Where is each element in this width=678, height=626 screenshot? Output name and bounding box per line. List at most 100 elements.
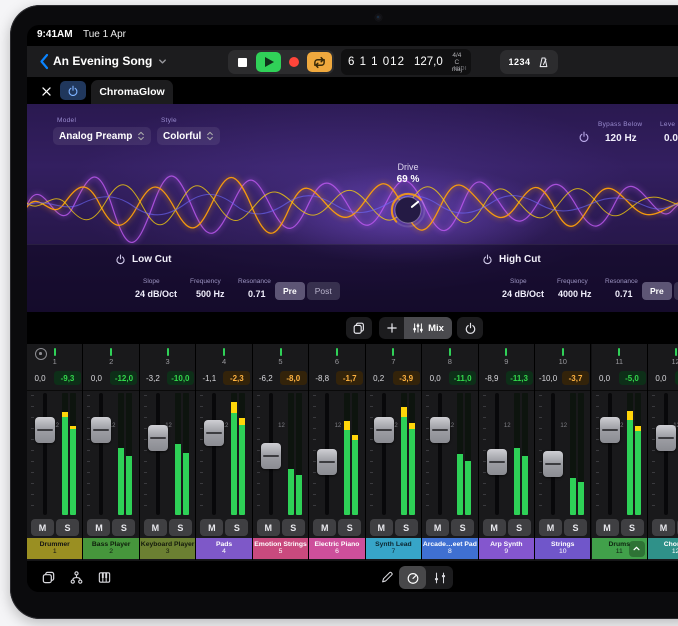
- mix-button[interactable]: Mix: [404, 317, 452, 339]
- mute-button[interactable]: M: [87, 519, 110, 536]
- track-label[interactable]: Electric Piano 6: [309, 538, 364, 559]
- track-label[interactable]: Bass Player 2: [83, 538, 138, 559]
- high-cut-resonance-value[interactable]: 0.71: [615, 289, 633, 299]
- high-cut-slope-value[interactable]: 24 dB/Oct: [502, 289, 544, 299]
- channel-strip[interactable]: 5 -6,2 -8,0 12 M S Emotion Strings 5: [253, 344, 309, 560]
- record-button[interactable]: [282, 52, 307, 72]
- level-value[interactable]: 0.0: [664, 133, 678, 144]
- solo-button[interactable]: S: [338, 519, 361, 536]
- fader-cap[interactable]: [91, 417, 111, 443]
- duplicate-button[interactable]: [346, 317, 372, 339]
- faders-view-button[interactable]: [426, 566, 453, 589]
- stop-button[interactable]: [231, 52, 256, 72]
- mute-button[interactable]: M: [426, 519, 449, 536]
- mute-button[interactable]: M: [31, 519, 54, 536]
- channel-strip[interactable]: 2 0,0 -12,0 12 M S Bass Player 2: [83, 344, 139, 560]
- fader-cap[interactable]: [374, 417, 394, 443]
- drive-knob[interactable]: [386, 188, 430, 232]
- fader-cap[interactable]: [543, 451, 563, 477]
- fader-track[interactable]: [438, 393, 442, 515]
- track-label[interactable]: Drummer 1: [27, 538, 82, 559]
- mute-button[interactable]: M: [313, 519, 336, 536]
- pan-indicator[interactable]: [675, 348, 677, 356]
- solo-button[interactable]: S: [225, 519, 248, 536]
- metronome-icon[interactable]: [537, 56, 550, 69]
- track-label[interactable]: Arp Synth 9: [479, 538, 534, 559]
- browser-button[interactable]: [36, 567, 60, 587]
- model-selector[interactable]: Analog Preamp: [53, 127, 151, 145]
- solo-button[interactable]: S: [56, 519, 79, 536]
- track-label[interactable]: Drums 11: [592, 538, 647, 559]
- plugin-tab[interactable]: ChromaGlow: [91, 80, 173, 104]
- channel-strip[interactable]: 1 0,0 -9,3 12 M S Drummer 1: [27, 344, 83, 560]
- plugin-power-button[interactable]: [60, 81, 86, 100]
- count-in-button[interactable]: 1234: [508, 57, 530, 67]
- fader-cap[interactable]: [600, 417, 620, 443]
- mute-button[interactable]: M: [370, 519, 393, 536]
- solo-button[interactable]: S: [169, 519, 192, 536]
- edit-button[interactable]: [375, 567, 399, 587]
- pan-indicator[interactable]: [336, 348, 338, 356]
- fader-track[interactable]: [156, 393, 160, 515]
- routing-button[interactable]: [64, 567, 88, 587]
- channel-strip[interactable]: 9 -8,9 -11,3 12 M S Arp Synth 9: [479, 344, 535, 560]
- solo-button[interactable]: S: [112, 519, 135, 536]
- close-plugin-button[interactable]: [38, 83, 54, 99]
- low-cut-frequency-value[interactable]: 500 Hz: [196, 289, 225, 299]
- solo-button[interactable]: S: [621, 519, 644, 536]
- back-button[interactable]: [35, 52, 53, 71]
- track-label[interactable]: Keyboard Player 3: [140, 538, 195, 559]
- high-cut-pre-button[interactable]: Pre: [642, 282, 672, 300]
- channel-strip[interactable]: 11 0,0 -5,0 12 M S Drums 11: [592, 344, 648, 560]
- solo-button[interactable]: S: [395, 519, 418, 536]
- pan-indicator[interactable]: [280, 348, 282, 356]
- style-selector[interactable]: Colorful: [157, 127, 220, 145]
- bypass-power-icon[interactable]: [578, 131, 590, 143]
- knobs-view-button[interactable]: [399, 566, 426, 589]
- mute-button[interactable]: M: [144, 519, 167, 536]
- mixer-power-button[interactable]: [457, 317, 483, 339]
- high-cut-frequency-value[interactable]: 4000 Hz: [558, 289, 592, 299]
- pan-indicator[interactable]: [562, 348, 564, 356]
- pan-indicator[interactable]: [449, 348, 451, 356]
- high-cut-power-icon[interactable]: [482, 254, 493, 265]
- mute-button[interactable]: M: [257, 519, 280, 536]
- pan-indicator[interactable]: [618, 348, 620, 356]
- solo-button[interactable]: S: [451, 519, 474, 536]
- fader-cap[interactable]: [35, 417, 55, 443]
- channel-strip[interactable]: 3 -3,2 -10,0 12 M S Keyboard Player 3: [140, 344, 196, 560]
- solo-button[interactable]: S: [282, 519, 305, 536]
- low-cut-power-icon[interactable]: [115, 254, 126, 265]
- solo-button[interactable]: S: [564, 519, 587, 536]
- song-title-button[interactable]: An Evening Song: [53, 54, 168, 68]
- play-button[interactable]: [256, 52, 281, 72]
- fader-track[interactable]: [99, 393, 103, 515]
- channel-strip[interactable]: 8 0,0 -11,0 12 M S Arcade…eet Pad 8: [422, 344, 478, 560]
- pan-indicator[interactable]: [223, 348, 225, 356]
- channel-strip[interactable]: 10 -10,0 -3,7 12 M S Strings 10: [535, 344, 591, 560]
- channel-strip[interactable]: 4 -1,1 -2,3 12 M S Pads 4: [196, 344, 252, 560]
- fader-cap[interactable]: [430, 417, 450, 443]
- mute-button[interactable]: M: [200, 519, 223, 536]
- bypass-below-value[interactable]: 120 Hz: [605, 133, 637, 144]
- pan-indicator[interactable]: [167, 348, 169, 356]
- fader-track[interactable]: [608, 393, 612, 515]
- pan-indicator[interactable]: [110, 348, 112, 356]
- low-cut-resonance-value[interactable]: 0.71: [248, 289, 266, 299]
- lcd-display[interactable]: 6 1 1 012 127,0 4/4 C maj MIDI: [341, 49, 471, 75]
- fader-cap[interactable]: [656, 425, 676, 451]
- channel-strip[interactable]: 6 -8,8 -1,7 12 M S Electric Piano 6: [309, 344, 365, 560]
- low-cut-pre-button[interactable]: Pre: [275, 282, 305, 300]
- mute-button[interactable]: M: [652, 519, 675, 536]
- mute-button[interactable]: M: [596, 519, 619, 536]
- fader-cap[interactable]: [148, 425, 168, 451]
- mute-button[interactable]: M: [483, 519, 506, 536]
- channel-strip[interactable]: 7 0,2 -3,9 12 M S Synth Lead 7: [366, 344, 422, 560]
- pan-indicator[interactable]: [54, 348, 56, 356]
- track-label[interactable]: Synth Lead 7: [366, 538, 421, 559]
- add-channel-button[interactable]: [379, 317, 404, 339]
- track-label[interactable]: Arcade…eet Pad 8: [422, 538, 477, 559]
- channel-strip[interactable]: 12 0,0 -6,0 12 M S Chorus 12: [648, 344, 678, 560]
- track-label[interactable]: Chorus 12: [648, 538, 678, 559]
- fader-track[interactable]: [212, 393, 216, 515]
